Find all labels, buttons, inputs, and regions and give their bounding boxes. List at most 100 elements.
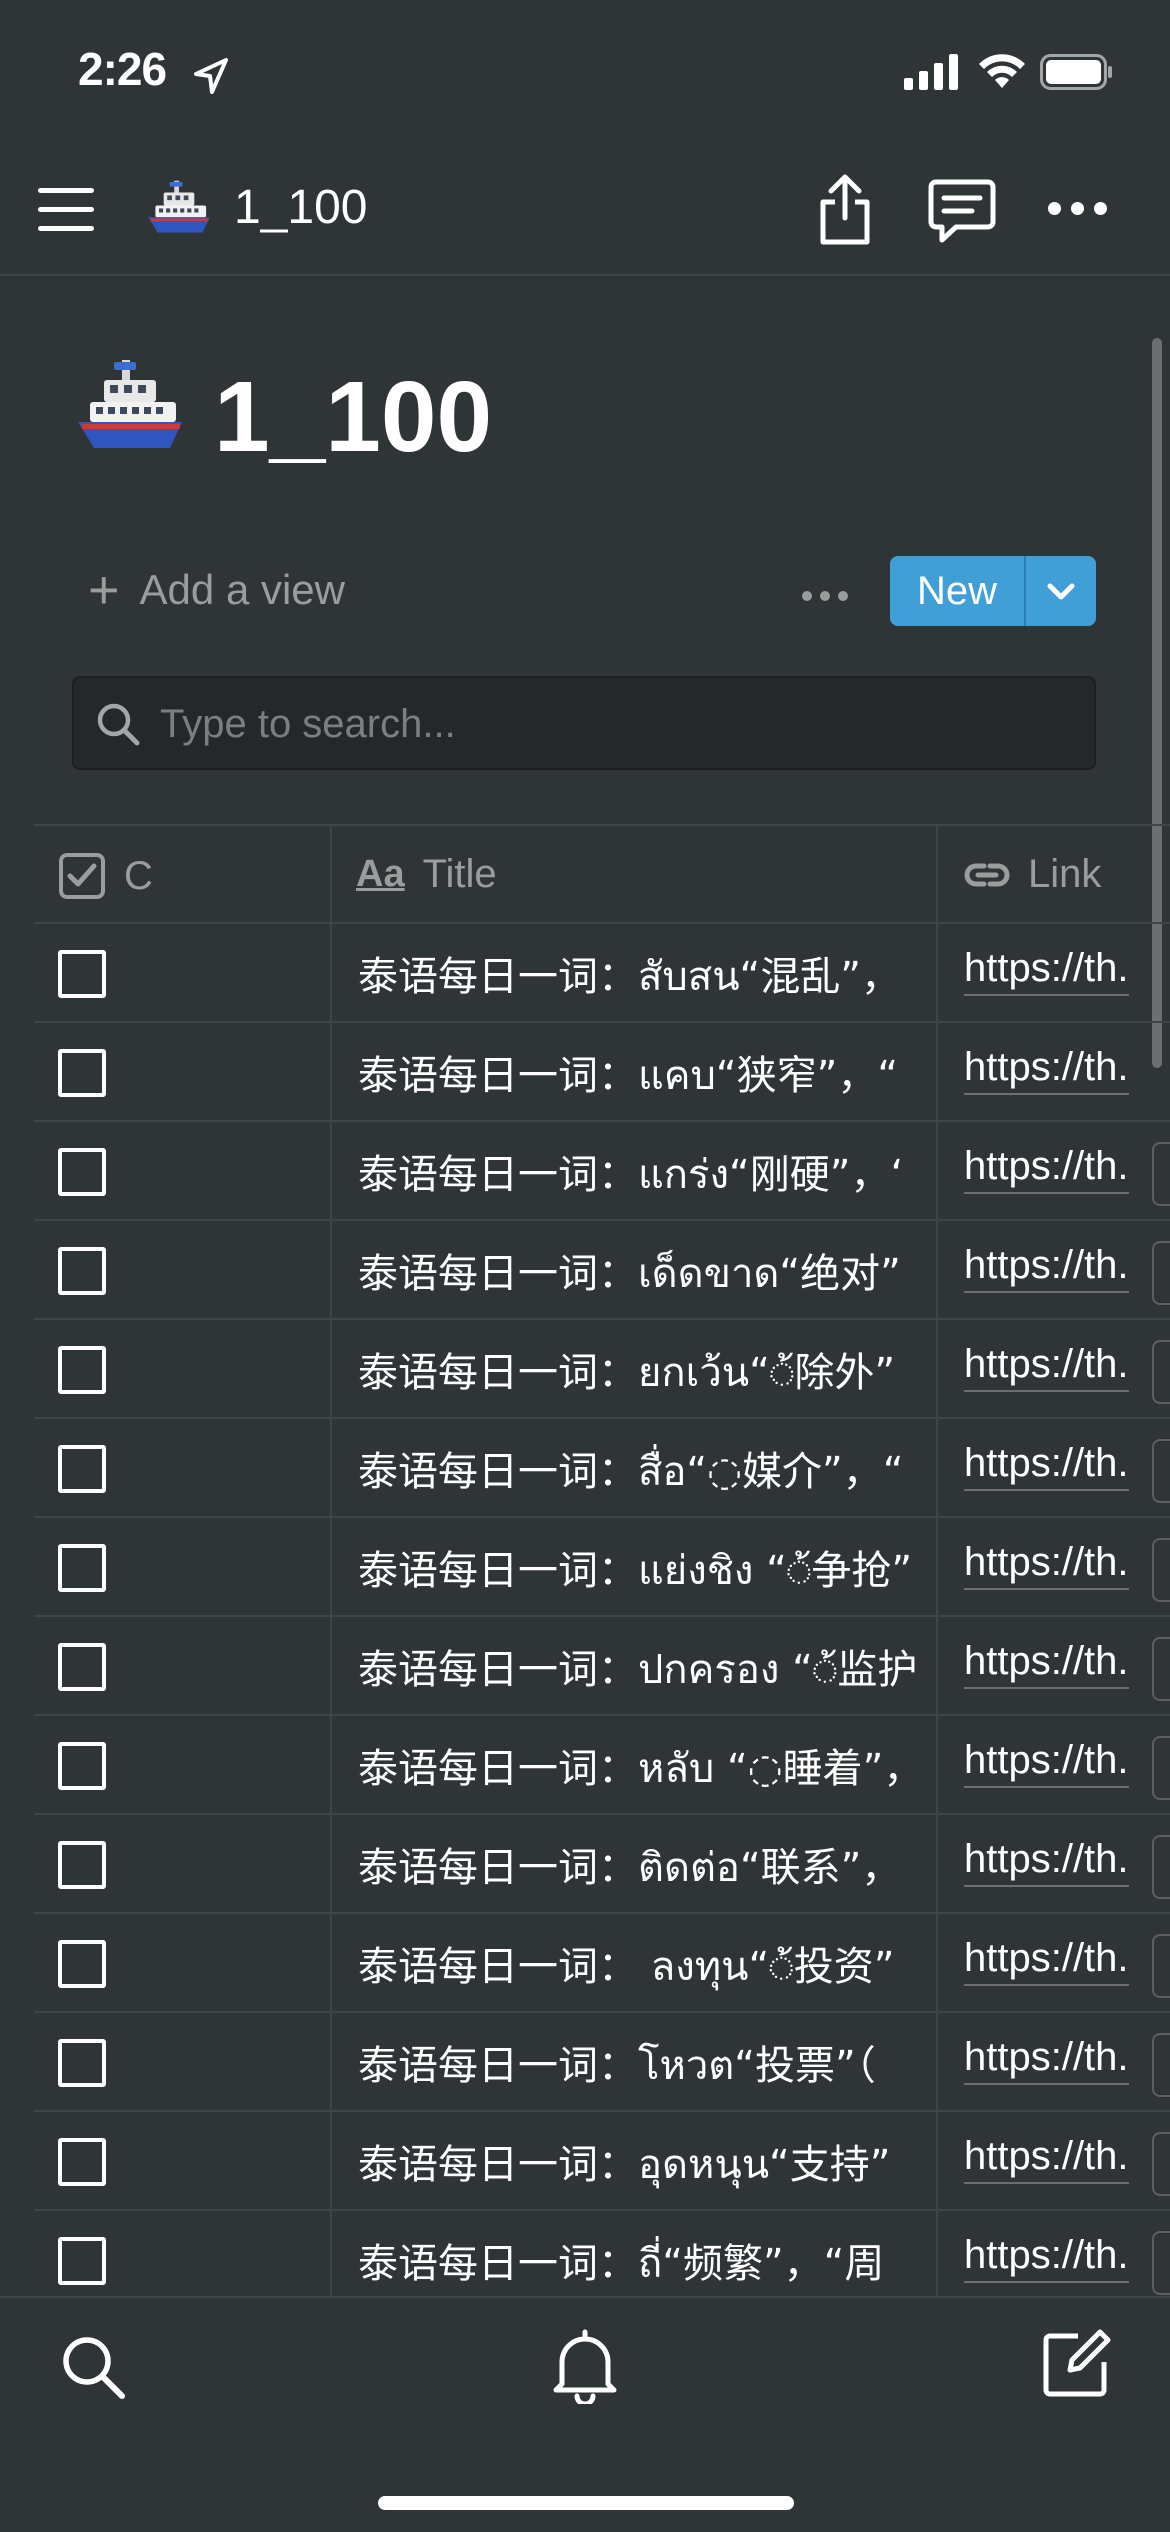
open-row-button[interactable] [1152,1142,1170,1206]
nav-page-title[interactable]: 1_100 [234,180,367,235]
share-icon[interactable] [816,174,874,246]
new-button-label: New [916,569,998,613]
table-header: C Aa Title Link [34,824,1170,924]
chevron-down-icon[interactable] [1042,576,1080,606]
row-link[interactable]: https://th. [964,1243,1170,1303]
row-link[interactable]: https://th. [964,2035,1170,2095]
checkbox-property-icon [59,853,105,899]
table-row[interactable]: 泰语每日一词：เด็ดขาด“绝对” https://th. [34,1221,1170,1320]
row-title[interactable]: 泰语每日一词：โหวต“投票”（ [358,2033,970,2093]
open-row-button[interactable] [1152,1439,1170,1503]
bell-icon[interactable] [550,2328,620,2404]
table-row[interactable]: 泰语每日一词： ลงทุน“◌้投资” https://th. [34,1914,1170,2013]
search-box[interactable] [72,676,1096,770]
open-row-button[interactable] [1152,1241,1170,1305]
row-checkbox[interactable] [58,1148,106,1196]
table-row[interactable]: 泰语每日一词：สับสน“混乱”， https://th. [34,924,1170,1023]
row-link[interactable]: https://th. [964,1342,1170,1402]
ferry-icon[interactable] [74,352,186,464]
row-title[interactable]: 泰语每日一词：ติดต่อ“联系”， [358,1835,970,1895]
row-checkbox[interactable] [58,1643,106,1691]
database-table: C Aa Title Link 泰语每日一词：สับสน“混乱”， https:… [34,824,1170,2296]
row-link[interactable]: https://th. [964,2134,1170,2194]
open-row-button[interactable] [1152,2132,1170,2196]
row-title[interactable]: 泰语每日一词：แกร่ง“刚硬”，‘ [358,1142,970,1202]
row-link[interactable]: https://th. [964,1540,1170,1600]
table-row[interactable]: 泰语每日一词：ติดต่อ“联系”， https://th. [34,1815,1170,1914]
row-checkbox[interactable] [58,1940,106,1988]
row-checkbox[interactable] [58,950,106,998]
row-link[interactable]: https://th. [964,946,1170,1006]
open-row-button[interactable] [1152,1538,1170,1602]
row-link[interactable]: https://th. [964,1144,1170,1204]
open-row-button[interactable] [1152,2231,1170,2295]
row-checkbox[interactable] [58,1841,106,1889]
open-row-button[interactable] [1152,1835,1170,1899]
table-row[interactable]: 泰语每日一词：ปกครอง “◌้监护 https://th. [34,1617,1170,1716]
table-row[interactable]: 泰语每日一词：สื่อ“◌媒介”，“ https://th. [34,1419,1170,1518]
column-header-link[interactable]: Link [962,852,1101,897]
row-title[interactable]: 泰语每日一词： ลงทุน“◌้投资” [358,1934,970,1994]
view-options-button[interactable] [802,586,856,605]
row-title[interactable]: 泰语每日一词：แคบ“狭窄”，“ [358,1043,970,1103]
row-checkbox[interactable] [58,1346,106,1394]
row-link[interactable]: https://th. [964,1738,1170,1798]
column-header-c[interactable]: C [58,852,153,900]
row-title[interactable]: 泰语每日一词：ปกครอง “◌้监护 [358,1637,970,1697]
table-row[interactable]: 泰语每日一词：อุดหนุน“支持” https://th. [34,2112,1170,2211]
compose-icon[interactable] [1040,2328,1112,2400]
row-title[interactable]: 泰语每日一词：สื่อ“◌媒介”，“ [358,1439,970,1499]
row-link[interactable]: https://th. [964,1936,1170,1996]
row-link[interactable]: https://th. [964,2233,1170,2293]
table-row[interactable]: 泰语每日一词：ยกเว้น“◌้除外” https://th. [34,1320,1170,1419]
table-row[interactable]: 泰语每日一词：แย่งชิง “◌้争抢” https://th. [34,1518,1170,1617]
home-indicator[interactable] [378,2496,794,2510]
row-checkbox[interactable] [58,1742,106,1790]
link-icon [964,863,1010,886]
open-row-button[interactable] [1152,1934,1170,1998]
row-title[interactable]: 泰语每日一词：แย่งชิง “◌้争抢” [358,1538,970,1598]
table-row[interactable]: 泰语每日一词：แคบ“狭窄”，“ https://th. [34,1023,1170,1122]
search-icon[interactable] [58,2332,128,2402]
table-row[interactable]: 泰语每日一词：แกร่ง“刚硬”，‘ https://th. [34,1122,1170,1221]
comment-icon[interactable] [928,178,996,244]
table-row[interactable]: 泰语每日一词：โหวต“投票”（ https://th. [34,2013,1170,2112]
page-title[interactable]: 1_100 [214,360,492,475]
top-navigation-bar: 1_100 [0,150,1170,276]
row-title[interactable]: 泰语每日一词：เด็ดขาด“绝对” [358,1241,970,1301]
open-row-button[interactable] [1152,1637,1170,1701]
row-checkbox[interactable] [58,2237,106,2285]
row-link[interactable]: https://th. [964,1441,1170,1501]
more-options-button[interactable] [1048,200,1117,219]
row-title[interactable]: 泰语每日一词：หลับ “◌睡着”， [358,1736,970,1796]
open-row-button[interactable] [1152,2033,1170,2097]
row-checkbox[interactable] [58,1544,106,1592]
row-title[interactable]: 泰语每日一词：ยกเว้น“◌้除外” [358,1340,970,1400]
row-link[interactable]: https://th. [964,1045,1170,1105]
row-title[interactable]: 泰语每日一词：ถี่“频繁”，“周 [358,2231,970,2291]
table-row[interactable]: 泰语每日一词：หลับ “◌睡着”， https://th. [34,1716,1170,1815]
row-title[interactable]: 泰语每日一词：อุดหนุน“支持” [358,2132,970,2192]
app-screen: 2:26 1_100 1_100 + Add a view New Type t… [0,0,1170,2532]
row-checkbox[interactable] [58,2138,106,2186]
menu-button[interactable] [38,180,94,240]
row-checkbox[interactable] [58,2039,106,2087]
plus-icon: + [88,560,120,620]
new-button[interactable]: New [890,556,1096,626]
new-button-divider [1024,556,1026,626]
column-header-title[interactable]: Aa Title [356,852,497,897]
cellular-signal-icon [904,54,958,90]
row-checkbox[interactable] [58,1247,106,1295]
row-checkbox[interactable] [58,1049,106,1097]
row-link[interactable]: https://th. [964,1639,1170,1699]
table-row[interactable]: 泰语每日一词：ถี่“频繁”，“周 https://th. [34,2211,1170,2296]
add-view-label: Add a view [139,566,345,613]
add-view-button[interactable]: + Add a view [88,560,345,620]
row-link[interactable]: https://th. [964,1837,1170,1897]
bottom-toolbar [0,2296,1170,2532]
row-checkbox[interactable] [58,1445,106,1493]
search-input[interactable] [158,694,1062,754]
open-row-button[interactable] [1152,1736,1170,1800]
open-row-button[interactable] [1152,1340,1170,1404]
row-title[interactable]: 泰语每日一词：สับสน“混乱”， [358,944,970,1004]
